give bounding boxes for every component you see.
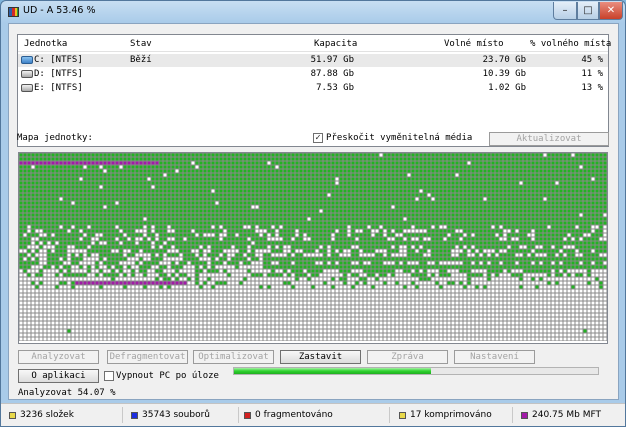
status-bar: 3236 složek 35743 souborů 0 fragmentován… [1,403,625,426]
drive-free: 1.02 Gb [488,83,526,93]
mft-icon [521,411,528,419]
hard-drive-icon [21,70,33,78]
drive-list[interactable]: Jednotka Stav Kapacita Volné místo % vol… [17,34,611,147]
column-drive[interactable]: Jednotka [24,39,67,49]
status-files: 35743 souborů [127,407,239,423]
stop-button[interactable]: Zastavit [280,350,361,364]
column-free-percent[interactable]: % volného místa [530,39,611,49]
drive-row-d[interactable]: D: [NTFS] 87.88 Gb 10.39 Gb 11 % [18,68,608,81]
cluster-map-canvas [19,153,607,341]
status-compressed-text: 17 komprimováno [410,410,492,420]
system-drive-icon [21,56,33,64]
minimize-button[interactable]: – [553,2,577,20]
progress-bar [233,367,599,375]
drive-name: C: [NTFS] [34,55,83,65]
skip-removable-checkbox[interactable]: ✓ [313,133,323,143]
window-title: UD - A 53.46 % [23,5,96,16]
column-free-space[interactable]: Volné místo [444,39,504,49]
cluster-map [18,152,608,344]
status-folders-text: 3236 složek [20,410,74,420]
title-bar[interactable]: UD - A 53.46 % – □ ✕ [1,1,625,23]
drive-status: Běží [130,55,152,65]
optimize-button[interactable]: Optimalizovat [193,350,274,364]
refresh-button[interactable]: Aktualizovat [489,132,609,146]
hard-drive-icon [21,84,33,92]
shutdown-checkbox[interactable] [104,371,114,381]
status-mft: 240.75 Mb MFT [517,407,621,423]
about-button[interactable]: O aplikaci [18,369,99,383]
drive-name: D: [NTFS] [34,69,83,79]
fragmented-icon [244,411,251,419]
app-window: UD - A 53.46 % – □ ✕ Jednotka Stav Kapac… [0,0,626,427]
drive-free: 10.39 Gb [482,69,526,79]
main-panel: Jednotka Stav Kapacita Volné místo % vol… [8,23,619,400]
maximize-button[interactable]: □ [577,2,599,20]
drive-row-c[interactable]: C: [NTFS] Běží 51.97 Gb 23.70 Gb 45 % [18,54,608,67]
app-logo-icon [8,7,19,17]
analyze-button[interactable]: Analyzovat [18,350,99,364]
status-folders: 3236 složek [5,407,123,423]
files-icon [131,411,138,419]
drive-name: E: [NTFS] [34,83,83,93]
defragment-button[interactable]: Defragmentovat [107,350,188,364]
skip-removable-label: Přeskočit vyměnitelná média [326,133,473,143]
status-fragmented-text: 0 fragmentováno [255,410,333,420]
status-files-text: 35743 souborů [142,410,211,420]
status-mft-text: 240.75 Mb MFT [532,410,601,420]
status-compressed: 17 komprimováno [395,407,513,423]
drive-capacity: 51.97 Gb [310,55,354,65]
compressed-icon [399,411,406,419]
settings-button[interactable]: Nastavení [454,350,535,364]
drive-free: 23.70 Gb [482,55,526,65]
drive-capacity: 87.88 Gb [310,69,354,79]
folders-icon [9,411,16,419]
drive-free-percent: 11 % [581,69,603,79]
drive-free-percent: 13 % [581,83,603,93]
close-button[interactable]: ✕ [599,2,623,20]
disk-map-label: Mapa jednotky: [17,133,93,143]
drive-list-header: Jednotka Stav Kapacita Volné místo % vol… [18,35,611,52]
drive-free-percent: 45 % [581,55,603,65]
shutdown-label: Vypnout PC po úloze [116,371,219,381]
report-button[interactable]: Zpráva [367,350,448,364]
drive-row-e[interactable]: E: [NTFS] 7.53 Gb 1.02 Gb 13 % [18,82,608,95]
progress-fill [234,368,431,374]
progress-text: Analyzovat 54.07 % [18,388,116,398]
column-capacity[interactable]: Kapacita [314,39,357,49]
drive-capacity: 7.53 Gb [316,83,354,93]
status-fragmented: 0 fragmentováno [240,407,390,423]
column-status[interactable]: Stav [130,39,152,49]
